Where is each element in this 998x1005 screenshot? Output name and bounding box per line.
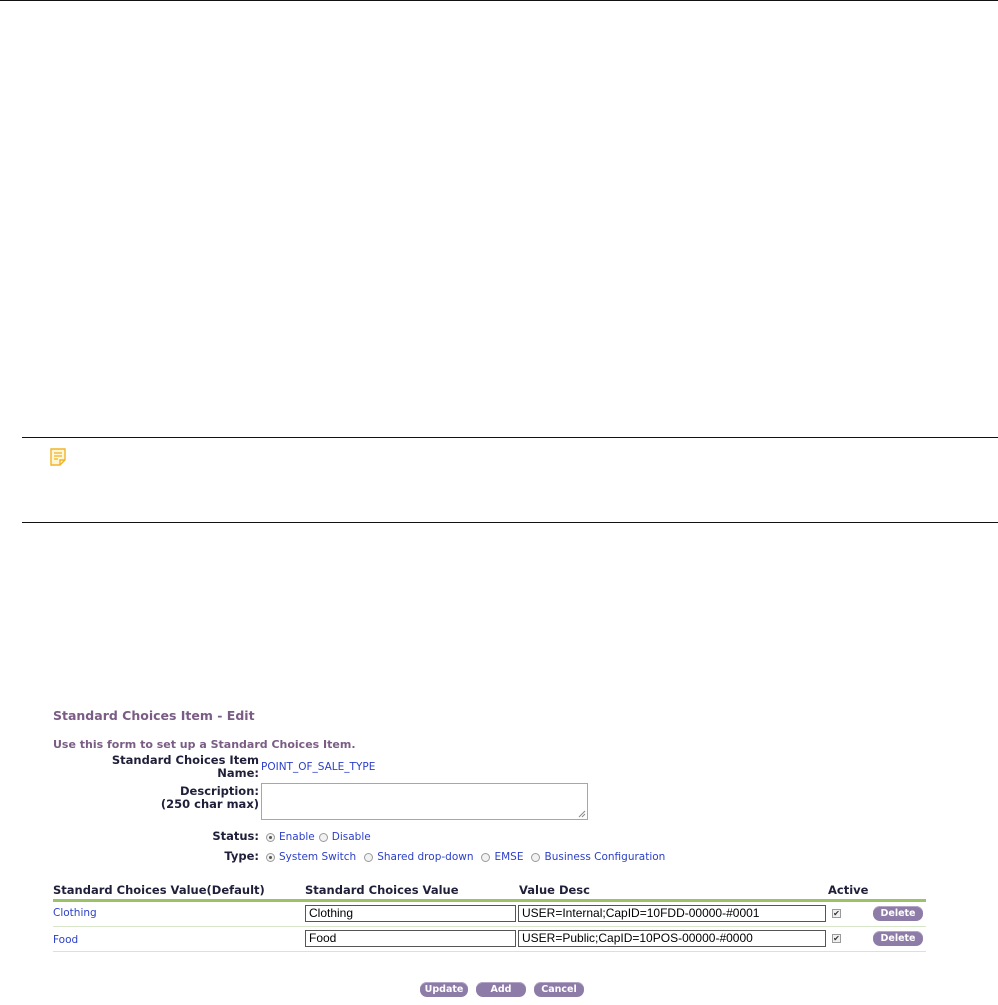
row-value-input[interactable]: Food	[305, 930, 516, 947]
row-divider	[53, 926, 926, 927]
note-icon	[50, 448, 66, 466]
status-enable-label: Enable	[279, 831, 315, 843]
column-header-active: Active	[828, 883, 869, 897]
resize-grip-icon[interactable]	[578, 810, 586, 818]
type-business-configuration-label: Business Configuration	[544, 851, 666, 863]
row-divider	[53, 951, 926, 952]
type-system-switch-radio[interactable]	[266, 852, 275, 862]
column-header-value: Standard Choices Value	[305, 883, 459, 897]
description-label-line2: (250 char max)	[160, 797, 259, 811]
row-delete-button[interactable]: Delete	[873, 931, 923, 946]
status-option-enable[interactable]: Enable	[266, 831, 315, 843]
type-label: Type:	[224, 849, 259, 863]
type-emse-radio[interactable]	[481, 852, 491, 862]
note-bottom-divider	[22, 522, 998, 523]
row-delete-button[interactable]: Delete	[873, 906, 923, 921]
status-disable-radio[interactable]	[318, 832, 328, 842]
type-system-switch-label: System Switch	[279, 851, 357, 863]
type-option-business-configuration[interactable]: Business Configuration	[531, 851, 665, 863]
column-header-default: Standard Choices Value(Default)	[53, 883, 265, 897]
row-default-link[interactable]: Clothing	[53, 907, 97, 919]
description-label: Description: (250 char max)	[53, 785, 259, 811]
status-enable-radio[interactable]	[266, 832, 275, 842]
status-option-disable[interactable]: Disable	[318, 831, 371, 843]
status-disable-label: Disable	[331, 831, 371, 843]
type-emse-label: EMSE	[494, 851, 524, 863]
type-radio-group: System Switch Shared drop-down EMSE Busi…	[266, 851, 673, 863]
column-header-desc: Value Desc	[519, 883, 590, 897]
form-intro: Use this form to set up a Standard Choic…	[53, 738, 356, 751]
type-option-shared-dropdown[interactable]: Shared drop-down	[364, 851, 473, 863]
row-desc-input[interactable]: USER=Internal;CapID=10FDD-00000-#0001	[518, 905, 826, 922]
status-radio-group: Enable Disable	[266, 831, 379, 843]
status-label: Status:	[212, 829, 259, 843]
item-name-label-line2: Name:	[217, 766, 259, 780]
type-option-emse[interactable]: EMSE	[481, 851, 523, 863]
table-header-rule	[53, 899, 926, 902]
cancel-button[interactable]: Cancel	[534, 982, 584, 997]
row-active-checkbox[interactable]: ✔	[832, 909, 841, 918]
row-desc-input[interactable]: USER=Public;CapID=10POS-00000-#0000	[518, 930, 826, 947]
item-name-label: Standard Choices Item Name:	[53, 754, 259, 780]
type-shared-dropdown-radio[interactable]	[364, 852, 374, 862]
note-top-divider	[22, 437, 998, 438]
description-textarea[interactable]	[261, 783, 588, 820]
type-option-system-switch[interactable]: System Switch	[266, 851, 356, 863]
item-name-value: POINT_OF_SALE_TYPE	[261, 761, 376, 773]
update-button[interactable]: Update	[420, 982, 468, 997]
row-default-link[interactable]: Food	[53, 934, 78, 946]
type-shared-dropdown-label: Shared drop-down	[377, 851, 474, 863]
top-divider	[0, 0, 998, 1]
add-button[interactable]: Add	[476, 982, 526, 997]
row-value-input[interactable]: Clothing	[305, 905, 516, 922]
row-active-checkbox[interactable]: ✔	[832, 934, 841, 943]
form-title: Standard Choices Item - Edit	[53, 708, 255, 723]
type-business-configuration-radio[interactable]	[531, 852, 541, 862]
